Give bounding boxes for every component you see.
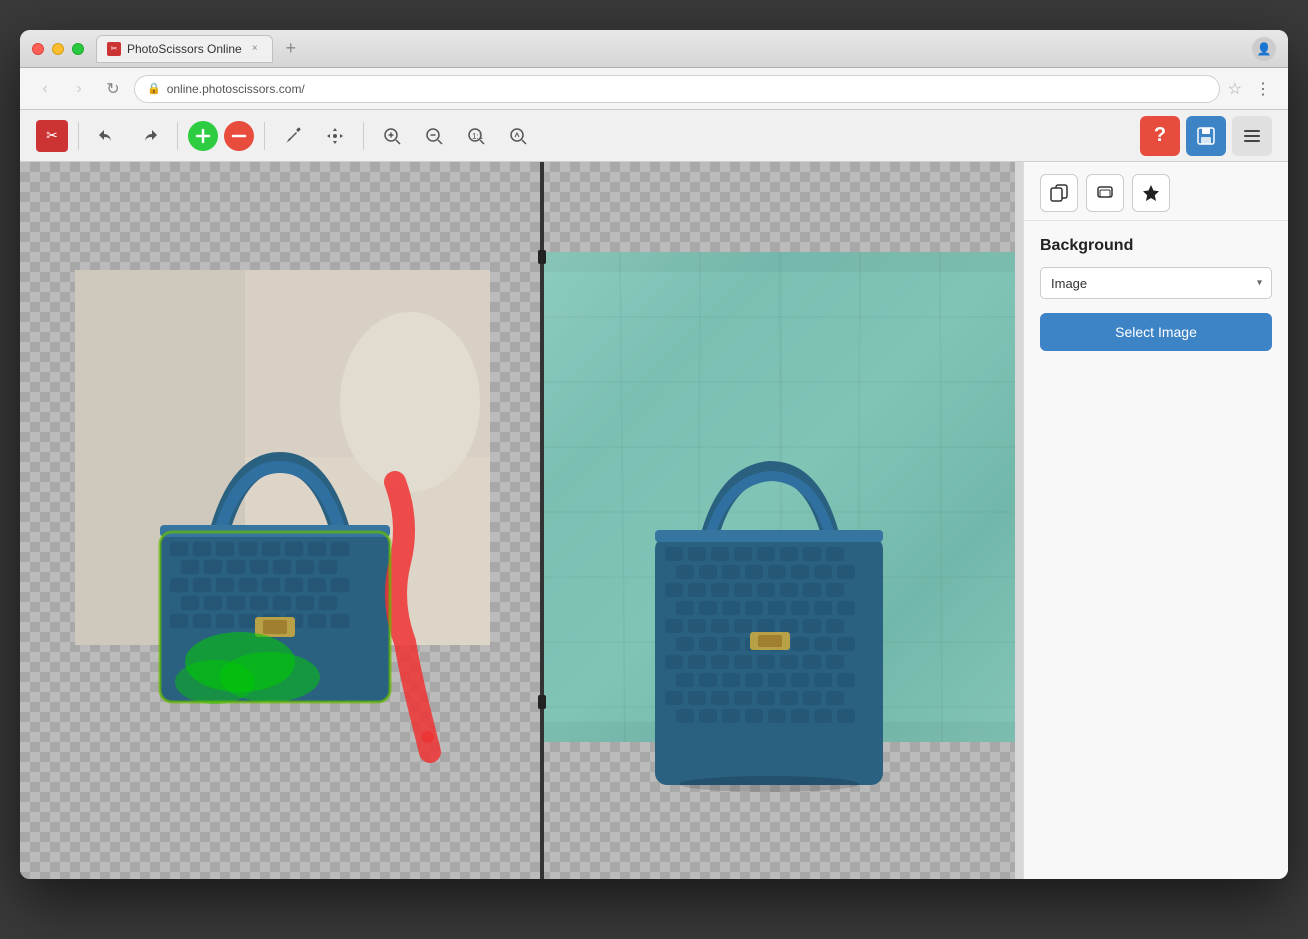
save-button[interactable] — [1186, 116, 1226, 156]
zoom-fit-button[interactable]: 1:1 — [458, 118, 494, 154]
zoom-reset-button[interactable] — [500, 118, 536, 154]
zoom-in-button[interactable] — [374, 118, 410, 154]
right-canvas[interactable] — [540, 162, 1015, 879]
sidebar-content: Background None Color Image ▾ Select Ima… — [1024, 221, 1288, 879]
editor-panel — [20, 162, 1023, 879]
menu-button[interactable] — [1232, 116, 1272, 156]
tab-favicon: ✂ — [107, 42, 121, 56]
refresh-button[interactable]: ↻ — [100, 76, 126, 102]
divider-handle-top — [538, 250, 546, 264]
subtract-background-button[interactable] — [224, 121, 254, 151]
add-foreground-button[interactable] — [188, 121, 218, 151]
tab-copy[interactable] — [1040, 174, 1078, 212]
tab-close-button[interactable]: × — [248, 42, 262, 56]
tab-title: PhotoScissors Online — [127, 42, 242, 56]
back-button[interactable]: ‹ — [32, 76, 58, 102]
browser-tab[interactable]: ✂ PhotoScissors Online × — [96, 35, 273, 63]
right-canvas-svg — [540, 162, 1015, 879]
divider-line[interactable] — [540, 162, 544, 879]
app-toolbar: ✂ — [20, 110, 1288, 162]
traffic-lights — [32, 43, 84, 55]
background-type-select-wrapper: None Color Image ▾ — [1040, 267, 1272, 299]
titlebar: ✂ PhotoScissors Online × + 👤 — [20, 30, 1288, 68]
addressbar: ‹ › ↻ 🔒 online.photoscissors.com/ ☆ ⋮ — [20, 68, 1288, 110]
select-image-button[interactable]: Select Image — [1040, 313, 1272, 351]
app-logo: ✂ — [36, 120, 68, 152]
forward-button[interactable]: › — [66, 76, 92, 102]
main-content: Background None Color Image ▾ Select Ima… — [20, 162, 1288, 879]
toolbar-separator-4 — [363, 122, 364, 150]
background-label: Background — [1040, 237, 1272, 255]
toolbar-separator-1 — [78, 122, 79, 150]
window-profile-icon: 👤 — [1252, 37, 1276, 61]
left-canvas[interactable] — [20, 162, 540, 879]
address-bar[interactable]: 🔒 online.photoscissors.com/ — [134, 75, 1220, 103]
toolbar-separator-3 — [264, 122, 265, 150]
bookmark-button[interactable]: ☆ — [1228, 79, 1242, 99]
zoom-out-button[interactable] — [416, 118, 452, 154]
left-canvas-svg — [20, 162, 540, 879]
sidebar-tabs — [1024, 162, 1288, 221]
redo-button[interactable] — [131, 118, 167, 154]
background-type-select[interactable]: None Color Image — [1040, 267, 1272, 299]
undo-button[interactable] — [89, 118, 125, 154]
tab-layers[interactable] — [1086, 174, 1124, 212]
new-tab-button[interactable]: + — [277, 38, 305, 60]
toolbar-separator-2 — [177, 122, 178, 150]
lock-icon: 🔒 — [147, 82, 161, 95]
help-button[interactable]: ? — [1140, 116, 1180, 156]
svg-text:1:1: 1:1 — [472, 132, 484, 141]
maximize-button[interactable] — [72, 43, 84, 55]
minimize-button[interactable] — [52, 43, 64, 55]
close-button[interactable] — [32, 43, 44, 55]
url-text: online.photoscissors.com/ — [167, 82, 305, 96]
tab-bar: ✂ PhotoScissors Online × + — [96, 35, 1252, 63]
tab-star[interactable] — [1132, 174, 1170, 212]
top-right-buttons: ? — [1140, 116, 1272, 156]
divider-handle-bottom — [538, 695, 546, 709]
brush-tool-button[interactable] — [275, 118, 311, 154]
browser-menu-button[interactable]: ⋮ — [1250, 76, 1276, 102]
right-sidebar: Background None Color Image ▾ Select Ima… — [1023, 162, 1288, 879]
move-tool-button[interactable] — [317, 118, 353, 154]
